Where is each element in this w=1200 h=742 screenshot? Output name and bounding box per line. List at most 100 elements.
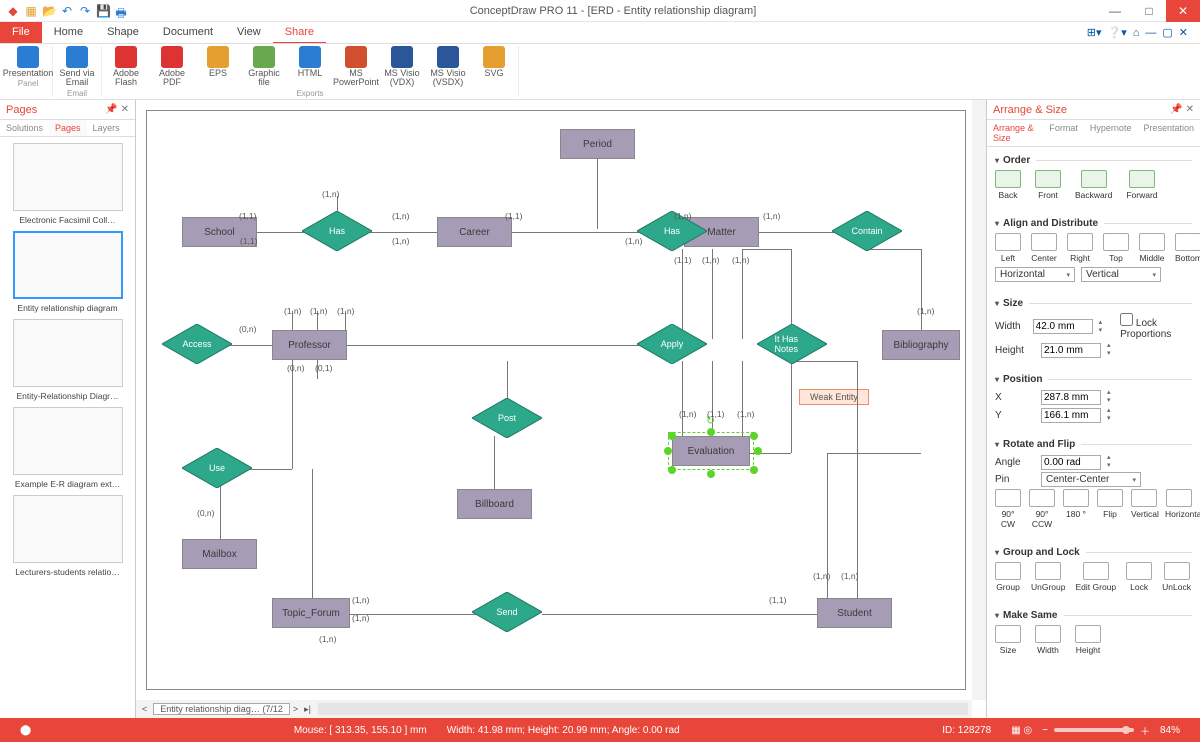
tab-layers[interactable]: Layers — [87, 120, 126, 136]
tool-button[interactable]: Flip — [1097, 489, 1123, 529]
relationship-diamond[interactable]: Post — [472, 398, 542, 438]
selection-handle[interactable] — [707, 428, 715, 436]
tool-button[interactable]: Forward — [1126, 170, 1157, 200]
tool-button[interactable]: Height — [1075, 625, 1101, 655]
drawing-canvas[interactable]: Weak Entity SchoolPeriodCareerMatterBibl… — [146, 110, 966, 690]
ribbon-item[interactable]: Adobe PDF — [152, 46, 192, 88]
selection-handle[interactable] — [668, 432, 676, 440]
arrange-pin-icon[interactable]: 📌 ✕ — [1170, 104, 1194, 115]
minimize-button[interactable]: — — [1098, 0, 1132, 22]
angle-input[interactable] — [1041, 455, 1101, 470]
selection-handle[interactable] — [754, 447, 762, 455]
tool-button[interactable]: Lock — [1126, 562, 1152, 592]
close-button[interactable]: ✕ — [1166, 0, 1200, 22]
child-min-icon[interactable]: ⌂ — [1133, 27, 1140, 39]
relationship-diamond[interactable]: Has — [637, 211, 707, 251]
page-tab[interactable]: Entity relationship diag… (7/12 — [153, 703, 290, 715]
maximize-button[interactable]: □ — [1132, 0, 1166, 22]
scroll-tab-next[interactable]: > — [290, 704, 301, 714]
menu-document[interactable]: Document — [151, 22, 225, 43]
zoom-out-button[interactable]: − — [1042, 725, 1048, 736]
page-thumbnail[interactable]: Entity relationship diagram — [6, 231, 129, 313]
relationship-diamond[interactable]: Send — [472, 592, 542, 632]
zoom-slider[interactable] — [1054, 728, 1134, 732]
tool-button[interactable]: Back — [995, 170, 1021, 200]
tab-presentation[interactable]: Presentation — [1137, 120, 1200, 146]
page-thumbnail[interactable]: Electronic Facsimil Coll… — [6, 143, 129, 225]
tool-button[interactable]: Horizontal — [1165, 489, 1192, 529]
pin-select[interactable]: Center-Center — [1041, 472, 1141, 487]
connector[interactable] — [682, 361, 683, 436]
tool-button[interactable]: Top — [1103, 233, 1129, 263]
connector[interactable] — [857, 581, 858, 598]
entity-box[interactable]: Topic_Forum — [272, 598, 350, 628]
tool-button[interactable]: Bottom — [1175, 233, 1200, 263]
ribbon-item[interactable]: MS Visio (VDX) — [382, 46, 422, 88]
selection-handle[interactable] — [750, 432, 758, 440]
entity-box[interactable]: Mailbox — [182, 539, 257, 569]
height-input[interactable] — [1041, 343, 1101, 358]
vertical-scrollbar[interactable] — [972, 100, 986, 700]
connector[interactable] — [827, 581, 828, 598]
connector[interactable] — [292, 359, 293, 469]
tool-button[interactable]: 180 ° — [1063, 489, 1089, 529]
tool-button[interactable]: Center — [1031, 233, 1057, 263]
entity-box[interactable]: Career — [437, 217, 512, 247]
entity-box[interactable]: Period — [560, 129, 635, 159]
relationship-diamond[interactable]: Use — [182, 448, 252, 488]
tool-button[interactable]: Edit Group — [1076, 562, 1117, 592]
menu-home[interactable]: Home — [42, 22, 95, 43]
tool-button[interactable]: UnLock — [1162, 562, 1191, 592]
child-restore-icon[interactable]: — — [1145, 27, 1156, 39]
new-icon[interactable]: ▦ — [24, 4, 38, 18]
relationship-diamond[interactable]: Has — [302, 211, 372, 251]
relationship-diamond[interactable]: It Has Notes — [757, 324, 827, 364]
menu-file[interactable]: File — [0, 22, 42, 43]
connector[interactable] — [747, 453, 791, 454]
ribbon-item[interactable]: Adobe Flash — [106, 46, 146, 88]
tool-button[interactable]: 90° CW — [995, 489, 1021, 529]
tool-button[interactable]: Width — [1035, 625, 1061, 655]
y-input[interactable] — [1041, 408, 1101, 423]
connector[interactable] — [312, 469, 313, 614]
selection-handle[interactable] — [750, 466, 758, 474]
undo-icon[interactable]: ↶ — [60, 4, 74, 18]
connector[interactable] — [857, 361, 858, 581]
connector[interactable] — [597, 159, 598, 229]
tab-format[interactable]: Format — [1043, 120, 1084, 146]
ribbon-item[interactable]: SVG — [474, 46, 514, 88]
connector[interactable] — [542, 614, 817, 615]
help-icon[interactable]: ❔▾ — [1108, 26, 1127, 39]
tab-hypernote[interactable]: Hypernote — [1084, 120, 1138, 146]
entity-box[interactable]: Student — [817, 598, 892, 628]
tool-button[interactable]: Front — [1035, 170, 1061, 200]
print-icon[interactable]: 🖶 — [114, 4, 128, 18]
zoom-in-button[interactable]: ＋ — [1140, 723, 1150, 738]
redo-icon[interactable]: ↷ — [78, 4, 92, 18]
child-max-icon[interactable]: ▢ — [1162, 26, 1172, 39]
connector[interactable] — [791, 361, 792, 453]
menu-shape[interactable]: Shape — [95, 22, 151, 43]
selection-handle[interactable] — [707, 470, 715, 478]
menu-view[interactable]: View — [225, 22, 273, 43]
relationship-diamond[interactable]: Access — [162, 324, 232, 364]
menu-share[interactable]: Share — [273, 22, 326, 43]
ribbon-item[interactable]: Send via Email — [57, 46, 97, 88]
entity-box[interactable]: Bibliography — [882, 330, 960, 360]
status-icons[interactable]: ▦ ◎ — [1001, 725, 1042, 736]
tab-solutions[interactable]: Solutions — [0, 120, 49, 136]
relationship-diamond[interactable]: Apply — [637, 324, 707, 364]
tool-button[interactable]: Size — [995, 625, 1021, 655]
child-close-icon[interactable]: ✕ — [1179, 26, 1188, 39]
connector[interactable] — [827, 453, 828, 581]
page-thumbnail[interactable]: Lecturers-students relatio… — [6, 495, 129, 577]
save-icon[interactable]: 💾 — [96, 4, 110, 18]
tool-button[interactable]: Middle — [1139, 233, 1165, 263]
selection-handle[interactable] — [664, 447, 672, 455]
ribbon-item[interactable]: EPS — [198, 46, 238, 88]
ribbon-item[interactable]: HTML — [290, 46, 330, 88]
tool-button[interactable]: Backward — [1075, 170, 1112, 200]
pin-icon[interactable]: 📌 ✕ — [105, 104, 129, 115]
tool-button[interactable]: Group — [995, 562, 1021, 592]
tool-button[interactable]: Vertical — [1131, 489, 1157, 529]
